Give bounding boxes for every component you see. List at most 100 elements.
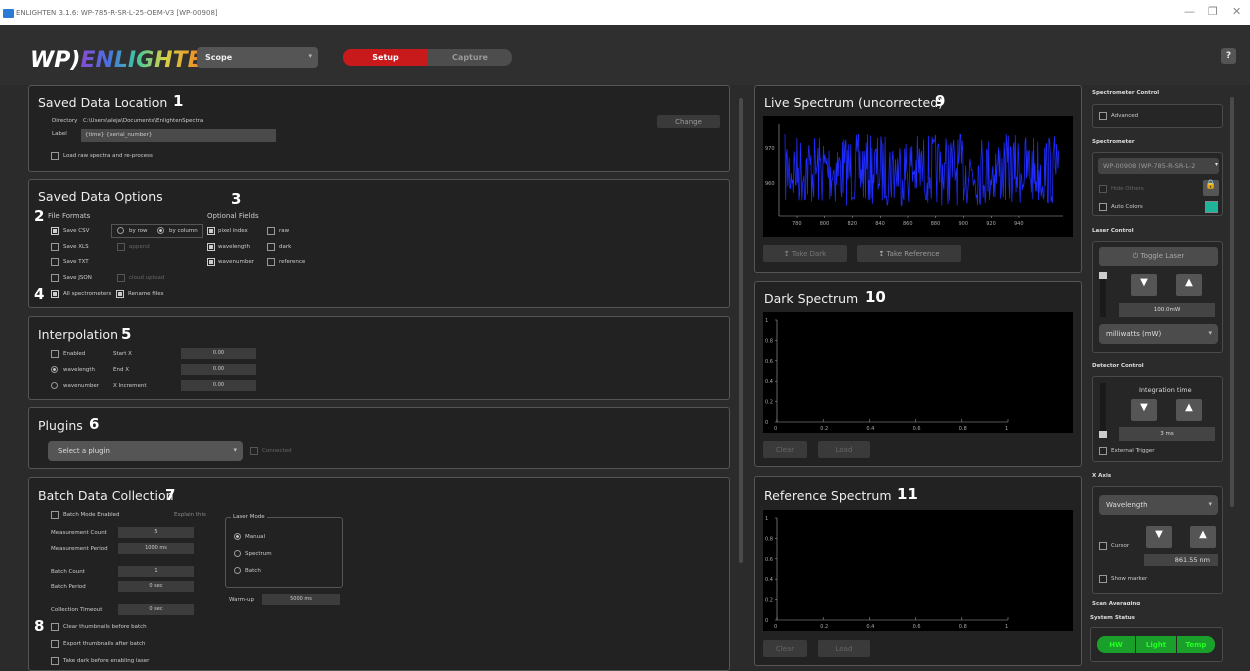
change-button[interactable]: Change xyxy=(657,115,720,128)
cursor-left-button[interactable]: ▼ xyxy=(1146,526,1172,548)
raw-field-checkbox[interactable] xyxy=(267,227,275,235)
wavenumber-field-checkbox[interactable] xyxy=(207,258,215,266)
mode-select[interactable]: Scope ▾ xyxy=(197,47,318,68)
auto-colors-checkbox[interactable] xyxy=(1099,203,1107,211)
laser-power-slider[interactable] xyxy=(1099,272,1107,317)
integration-value[interactable]: 3 ms xyxy=(1119,427,1215,441)
measurement-count-spinner[interactable]: 5 xyxy=(118,527,194,538)
load-raw-checkbox[interactable] xyxy=(51,152,59,160)
save-csv-checkbox[interactable] xyxy=(51,227,59,235)
lock-icon[interactable]: 🔒 xyxy=(1203,180,1219,196)
dark-load-button[interactable]: Load xyxy=(818,441,870,458)
wavenumber-radio[interactable] xyxy=(51,382,58,389)
laser-units-select[interactable]: milliwatts (mW) ▾ xyxy=(1099,324,1218,344)
measurement-period-spinner[interactable]: 1000 ms xyxy=(118,543,194,554)
saved-data-location-panel: Saved Data Location 1 Directory C:\Users… xyxy=(28,85,730,172)
spectrometer-heading: Spectrometer xyxy=(1092,139,1135,145)
label-input[interactable]: {time} {serial_number} xyxy=(81,129,276,142)
advanced-checkbox[interactable] xyxy=(1099,112,1107,120)
file-formats-number: 2 xyxy=(34,207,45,225)
auto-color-swatch[interactable] xyxy=(1205,201,1218,213)
cursor-value[interactable]: 861.55 nm xyxy=(1144,554,1218,566)
pixel-index-checkbox[interactable] xyxy=(207,227,215,235)
hide-others-checkbox[interactable] xyxy=(1099,185,1107,193)
x-axis-select[interactable]: Wavelength ▾ xyxy=(1099,495,1218,515)
reference-load-button[interactable]: Load xyxy=(818,640,870,657)
directory-value[interactable]: C:\Users\aleja\Documents\EnlightenSpectr… xyxy=(83,118,203,124)
cursor-checkbox[interactable] xyxy=(1099,542,1107,550)
restore-icon[interactable]: ❐ xyxy=(1208,5,1218,18)
take-reference-button[interactable]: ❢ Take Reference xyxy=(857,245,961,262)
wavelength-field-checkbox[interactable] xyxy=(207,243,215,251)
take-dark-checkbox[interactable] xyxy=(51,657,59,665)
connected-checkbox[interactable] xyxy=(250,447,258,455)
cursor-right-button[interactable]: ▲ xyxy=(1190,526,1216,548)
cloud-upload-checkbox[interactable] xyxy=(117,274,125,282)
dark-spectrum-plot[interactable]: 1 0.8 0.6 0.4 0.2 0 0 0.2 0.4 0.6 0.8 1 xyxy=(763,312,1073,433)
interpolation-enabled-checkbox[interactable] xyxy=(51,350,59,358)
minimize-icon[interactable]: — xyxy=(1184,5,1195,18)
x-increment-spinner[interactable]: 0.00 xyxy=(181,380,256,391)
wavelength-radio[interactable] xyxy=(51,366,58,373)
end-x-spinner[interactable]: 0.00 xyxy=(181,364,256,375)
integration-increase-button[interactable]: ▲ xyxy=(1176,399,1202,421)
manual-label: Manual xyxy=(245,534,265,540)
status-light[interactable]: Light xyxy=(1136,636,1176,653)
spectrometer-select[interactable]: WP-00908 (WP-785-R-SR-L-2 ▾ xyxy=(1098,158,1219,174)
append-checkbox[interactable] xyxy=(117,243,125,251)
dark-field-checkbox[interactable] xyxy=(267,243,275,251)
help-button[interactable]: ? xyxy=(1221,48,1236,64)
reference-field-checkbox[interactable] xyxy=(267,258,275,266)
all-spectrometers-label: All spectrometers xyxy=(63,291,112,297)
start-x-spinner[interactable]: 0.00 xyxy=(181,348,256,359)
spectrum-radio[interactable] xyxy=(234,550,241,557)
x-tick-label: 0.6 xyxy=(913,426,921,432)
laser-decrease-button[interactable]: ▼ xyxy=(1131,274,1157,296)
save-xls-checkbox[interactable] xyxy=(51,243,59,251)
dark-clear-button[interactable]: Clear xyxy=(763,441,807,458)
live-spectrum-plot[interactable]: 970 960 780 800 820 840 860 880 900 920 940 xyxy=(763,116,1073,237)
reference-spectrum-plot[interactable]: 1 0.8 0.6 0.4 0.2 0 0 0.2 0.4 0.6 0.8 1 xyxy=(763,510,1073,631)
warmup-spinner[interactable]: 5000 ms xyxy=(262,594,340,605)
collection-timeout-spinner[interactable]: 0 sec xyxy=(118,604,194,615)
panel-title: Saved Data Options xyxy=(38,189,163,204)
integration-decrease-button[interactable]: ▼ xyxy=(1131,399,1157,421)
explain-link[interactable]: Explain this xyxy=(174,512,206,518)
toggle-laser-button[interactable]: ⏻ Toggle Laser xyxy=(1099,247,1218,266)
laser-increase-button[interactable]: ▲ xyxy=(1176,274,1202,296)
by-column-radio[interactable] xyxy=(157,227,164,234)
batch-period-spinner[interactable]: 0 sec xyxy=(118,581,194,592)
tab-capture[interactable]: Capture xyxy=(428,49,512,66)
reference-clear-button[interactable]: Clear xyxy=(763,640,807,657)
save-txt-checkbox[interactable] xyxy=(51,258,59,266)
external-trigger-checkbox[interactable] xyxy=(1099,447,1107,455)
right-scrollbar[interactable] xyxy=(1230,97,1234,507)
take-dark-button[interactable]: ❢ Take Dark xyxy=(763,245,847,262)
rename-files-checkbox[interactable] xyxy=(116,290,124,298)
show-marker-checkbox[interactable] xyxy=(1099,575,1107,583)
batch-mode-checkbox[interactable] xyxy=(51,511,59,519)
all-spectrometers-checkbox[interactable] xyxy=(51,290,59,298)
left-scrollbar[interactable] xyxy=(739,98,743,563)
batch-count-spinner[interactable]: 1 xyxy=(118,566,194,577)
x-tick-label: 0.8 xyxy=(959,624,967,630)
laser-control-box: ⏻ Toggle Laser ▼ ▲ 100.0mW milliwatts (m… xyxy=(1092,241,1223,353)
live-spectrum-svg: 970 960 780 800 820 840 860 880 900 920 940 xyxy=(765,124,1063,227)
laser-power-handle[interactable] xyxy=(1099,272,1107,279)
batch-radio[interactable] xyxy=(234,567,241,574)
manual-radio[interactable] xyxy=(234,533,241,540)
export-thumbnails-checkbox[interactable] xyxy=(51,640,59,648)
status-hw[interactable]: HW xyxy=(1097,636,1135,653)
save-json-checkbox[interactable] xyxy=(51,274,59,282)
integration-handle[interactable] xyxy=(1099,431,1107,438)
close-icon[interactable]: ✕ xyxy=(1232,5,1241,18)
integration-slider[interactable] xyxy=(1099,383,1107,438)
y-tick-label: 960 xyxy=(765,181,775,187)
tab-setup[interactable]: Setup xyxy=(343,49,428,66)
clear-thumbnails-checkbox[interactable] xyxy=(51,623,59,631)
laser-power-value[interactable]: 100.0mW xyxy=(1119,303,1215,317)
by-row-radio[interactable] xyxy=(117,227,124,234)
x-tick-label: 0.2 xyxy=(820,426,828,432)
plugin-select[interactable]: Select a plugin ▾ xyxy=(48,441,243,461)
status-temp[interactable]: Temp xyxy=(1177,636,1215,653)
